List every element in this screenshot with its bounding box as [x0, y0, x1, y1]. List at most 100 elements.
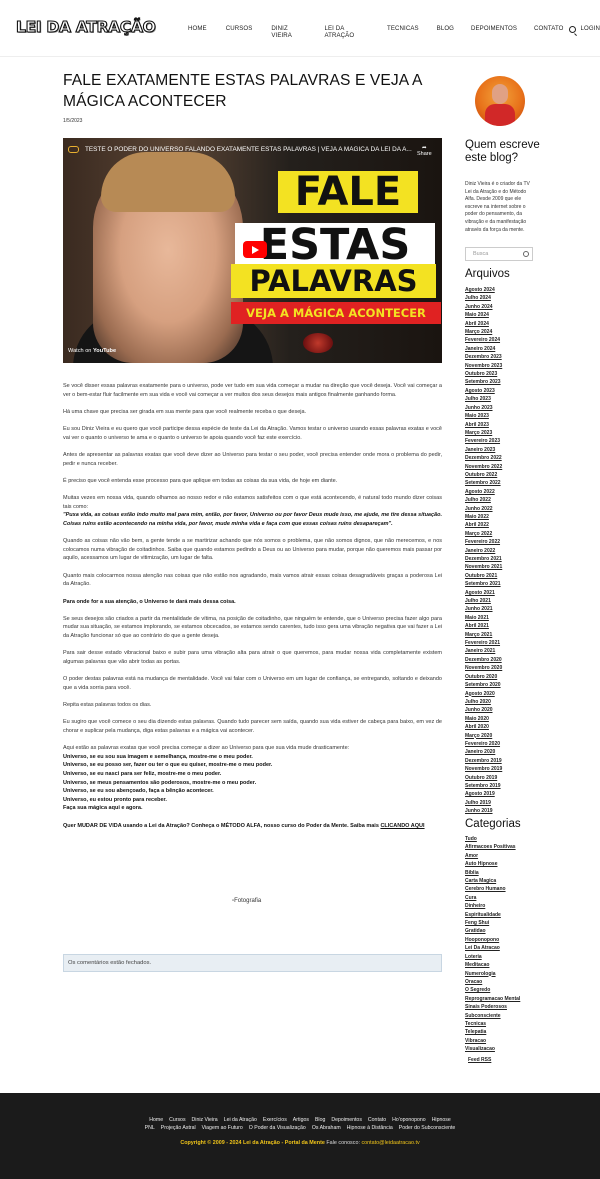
channel-logo-icon[interactable] — [68, 146, 79, 153]
archive-link[interactable]: Dezembro 2020 — [465, 656, 502, 664]
category-link[interactable]: Espiritualidade — [465, 911, 520, 919]
archive-link[interactable]: Março 2023 — [465, 429, 502, 437]
cta-link[interactable]: CLICANDO AQUI — [380, 823, 424, 829]
archive-link[interactable]: Julho 2019 — [465, 799, 502, 807]
footer-link[interactable]: Viagem ao Futuro — [202, 1125, 243, 1131]
footer-link[interactable]: Blog — [315, 1117, 325, 1123]
archive-link[interactable]: Novembro 2022 — [465, 463, 502, 471]
nav-cursos[interactable]: CURSOS — [226, 25, 253, 39]
category-link[interactable]: Visualizacao — [465, 1045, 520, 1053]
footer-link[interactable]: Home — [149, 1117, 163, 1123]
category-link[interactable]: Tecnicas — [465, 1020, 520, 1028]
category-link[interactable]: O Segredo — [465, 986, 520, 994]
footer-link[interactable]: Poder do Subconsciente — [399, 1125, 456, 1131]
category-link[interactable]: Numerologia — [465, 970, 520, 978]
category-link[interactable]: Meditacao — [465, 961, 520, 969]
archive-link[interactable]: Setembro 2021 — [465, 580, 502, 588]
archive-link[interactable]: Abril 2021 — [465, 622, 502, 630]
video-title[interactable]: TESTE O PODER DO UNIVERSO FALANDO EXATAM… — [85, 146, 415, 153]
archive-link[interactable]: Maio 2020 — [465, 715, 502, 723]
archive-link[interactable]: Março 2021 — [465, 631, 502, 639]
category-link[interactable]: Afirmacoes Positivas — [465, 843, 520, 851]
archive-link[interactable]: Fevereiro 2024 — [465, 336, 502, 344]
archive-link[interactable]: Dezembro 2023 — [465, 353, 502, 361]
archive-link[interactable]: Janeiro 2022 — [465, 547, 502, 555]
footer-link[interactable]: Lei da Atração — [224, 1117, 257, 1123]
category-link[interactable]: Feng Shui — [465, 919, 520, 927]
archive-link[interactable]: Fevereiro 2022 — [465, 538, 502, 546]
archive-link[interactable]: Agosto 2022 — [465, 488, 502, 496]
rss-feed-link[interactable]: Feed RSS — [468, 1057, 491, 1063]
archive-link[interactable]: Maio 2022 — [465, 513, 502, 521]
archive-link[interactable]: Abril 2023 — [465, 421, 502, 429]
archive-link[interactable]: Março 2024 — [465, 328, 502, 336]
play-button-icon[interactable] — [243, 241, 267, 258]
archive-link[interactable]: Novembro 2019 — [465, 765, 502, 773]
archive-link[interactable]: Setembro 2022 — [465, 479, 502, 487]
category-link[interactable]: Cerebro Humano — [465, 885, 520, 893]
archive-link[interactable]: Julho 2021 — [465, 597, 502, 605]
archive-link[interactable]: Maio 2021 — [465, 614, 502, 622]
archive-link[interactable]: Agosto 2019 — [465, 790, 502, 798]
archive-link[interactable]: Junho 2021 — [465, 605, 502, 613]
archive-link[interactable]: Julho 2023 — [465, 395, 502, 403]
archive-link[interactable]: Janeiro 2020 — [465, 748, 502, 756]
site-logo[interactable]: LEI DA ATRAÇÃO — [15, 17, 156, 36]
archive-link[interactable]: Janeiro 2023 — [465, 446, 502, 454]
archive-link[interactable]: Outubro 2021 — [465, 572, 502, 580]
nav-blog[interactable]: BLOG — [437, 25, 454, 39]
category-link[interactable]: Dinheiro — [465, 902, 520, 910]
category-link[interactable]: Lei Da Atracao — [465, 944, 520, 952]
search-icon[interactable] — [569, 26, 576, 33]
archive-link[interactable]: Julho 2024 — [465, 294, 502, 302]
archive-link[interactable]: Maio 2024 — [465, 311, 502, 319]
archive-link[interactable]: Setembro 2019 — [465, 782, 502, 790]
archive-link[interactable]: Abril 2020 — [465, 723, 502, 731]
category-link[interactable]: Reprogramacao Mental — [465, 995, 520, 1003]
category-link[interactable]: Cura — [465, 894, 520, 902]
archive-link[interactable]: Novembro 2021 — [465, 563, 502, 571]
category-link[interactable]: Amor — [465, 852, 520, 860]
archive-link[interactable]: Junho 2020 — [465, 706, 502, 714]
archive-link[interactable]: Outubro 2023 — [465, 370, 502, 378]
footer-link[interactable]: Depoimentos — [331, 1117, 362, 1123]
nav-tecnicas[interactable]: TECNICAS — [387, 25, 419, 39]
archive-link[interactable]: Julho 2020 — [465, 698, 502, 706]
archive-link[interactable]: Novembro 2023 — [465, 362, 502, 370]
archive-link[interactable]: Dezembro 2019 — [465, 757, 502, 765]
archive-link[interactable]: Setembro 2020 — [465, 681, 502, 689]
archive-link[interactable]: Junho 2019 — [465, 807, 502, 815]
category-link[interactable]: Bíblia — [465, 869, 520, 877]
category-link[interactable]: Loteria — [465, 953, 520, 961]
archive-link[interactable]: Dezembro 2021 — [465, 555, 502, 563]
category-link[interactable]: Vibracao — [465, 1037, 520, 1045]
nav-home[interactable]: HOME — [188, 25, 207, 39]
archive-link[interactable]: Março 2020 — [465, 732, 502, 740]
category-link[interactable]: Telepatia — [465, 1028, 520, 1036]
archive-link[interactable]: Dezembro 2022 — [465, 454, 502, 462]
archive-link[interactable]: Junho 2022 — [465, 505, 502, 513]
footer-link[interactable]: PNL — [145, 1125, 155, 1131]
archive-link[interactable]: Junho 2024 — [465, 303, 502, 311]
category-link[interactable]: Hooponopono — [465, 936, 520, 944]
contact-email-link[interactable]: contato@leidaatracao.tv — [361, 1140, 419, 1146]
nav-diniz-vieira[interactable]: DINIZ VIEIRA — [271, 25, 305, 39]
archive-link[interactable]: Agosto 2024 — [465, 286, 502, 294]
archive-link[interactable]: Outubro 2022 — [465, 471, 502, 479]
archive-link[interactable]: Outubro 2019 — [465, 774, 502, 782]
nav-login[interactable]: LOGIN — [581, 25, 600, 39]
footer-link[interactable]: O Poder da Visualização — [249, 1125, 306, 1131]
footer-link[interactable]: Diniz Vieira — [192, 1117, 218, 1123]
archive-link[interactable]: Novembro 2020 — [465, 664, 502, 672]
footer-link[interactable]: Exercícios — [263, 1117, 287, 1123]
footer-link[interactable]: Hipnose — [432, 1117, 451, 1123]
footer-link[interactable]: Os Abraham — [312, 1125, 341, 1131]
footer-link[interactable]: Contato — [368, 1117, 386, 1123]
archive-link[interactable]: Março 2022 — [465, 530, 502, 538]
archive-link[interactable]: Agosto 2023 — [465, 387, 502, 395]
archive-link[interactable]: Agosto 2020 — [465, 690, 502, 698]
category-link[interactable]: Sinais Poderosos — [465, 1003, 520, 1011]
archive-link[interactable]: Abril 2022 — [465, 521, 502, 529]
archive-link[interactable]: Abril 2024 — [465, 320, 502, 328]
archive-link[interactable]: Fevereiro 2020 — [465, 740, 502, 748]
